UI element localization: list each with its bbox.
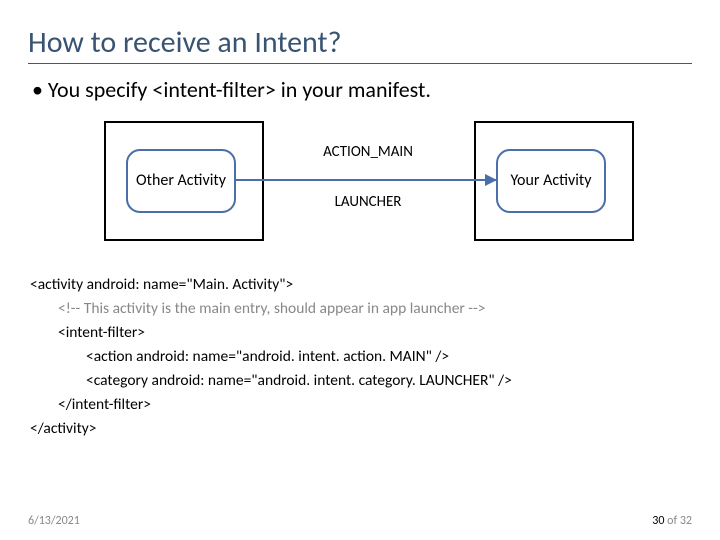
code-line: <action android: name="android. intent. …	[30, 345, 692, 369]
label-action-main: ACTION_MAIN	[288, 143, 448, 161]
code-line: </intent-filter>	[30, 393, 692, 417]
label-launcher: LAUNCHER	[288, 193, 448, 211]
footer-date: 6/13/2021	[28, 514, 80, 528]
code-block: <activity android: name="Main. Activity"…	[30, 273, 692, 441]
diagram: Other Activity Your Activity ACTION_MAIN…	[64, 121, 692, 251]
slide-title: How to receive an Intent?	[28, 24, 692, 64]
node-your-activity: Your Activity	[496, 149, 606, 213]
bullet-line: • You specify <intent-filter> in your ma…	[32, 76, 692, 103]
code-comment: <!-- This activity is the main entry, sh…	[30, 297, 692, 321]
page-current: 30	[652, 514, 664, 528]
arrow-icon	[236, 179, 496, 181]
code-line: </activity>	[30, 417, 692, 441]
page-total: of 32	[664, 514, 692, 528]
node-other-activity: Other Activity	[126, 149, 236, 213]
code-line: <activity android: name="Main. Activity"…	[30, 273, 692, 297]
page-number: 30 of 32	[652, 514, 692, 528]
code-line: <intent-filter>	[30, 321, 692, 345]
footer: 6/13/2021 30 of 32	[28, 514, 692, 528]
code-line: <category android: name="android. intent…	[30, 369, 692, 393]
